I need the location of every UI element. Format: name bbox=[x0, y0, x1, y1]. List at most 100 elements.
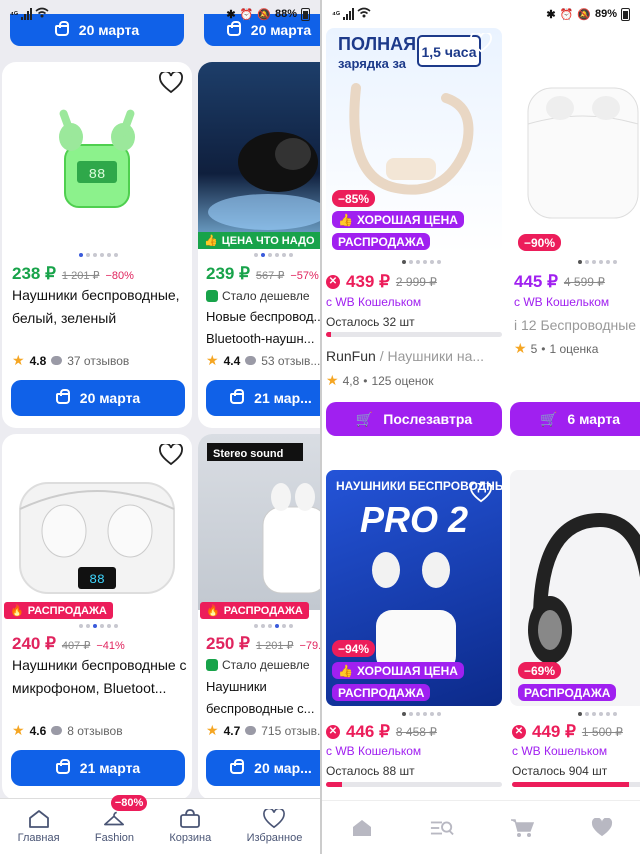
delivery-label: 21 марта bbox=[79, 760, 141, 776]
old-price: 407 ₽ bbox=[61, 640, 91, 652]
basket-icon bbox=[230, 388, 245, 404]
old-price: 8 458 ₽ bbox=[395, 725, 437, 739]
status-bar: ⁴ᴳ ✱ ⏰ 🔕 89% bbox=[322, 0, 640, 28]
favorite-heart-icon[interactable] bbox=[468, 480, 494, 506]
rating-row: ★ 4,8 • 125 оценок bbox=[326, 372, 433, 389]
discount: −80% bbox=[105, 270, 134, 282]
sale-tag: РАСПРОДАЖА bbox=[332, 233, 431, 250]
image-text-2: PRO 2 bbox=[360, 499, 468, 540]
home-icon[interactable] bbox=[350, 817, 374, 839]
product-title[interactable]: Наушники беспроводные с микрофоном, Blue… bbox=[12, 654, 190, 700]
home-icon bbox=[28, 809, 50, 829]
earbud-image bbox=[208, 132, 320, 230]
basket-icon bbox=[230, 758, 245, 774]
rating-value: 4,8 bbox=[342, 373, 360, 388]
delivery-button[interactable]: 21 мар... bbox=[206, 380, 320, 416]
product-image[interactable] bbox=[198, 62, 320, 248]
wallet-icon: ✕ bbox=[326, 275, 340, 289]
airpods-case-image bbox=[527, 87, 639, 219]
signal-bars-icon bbox=[342, 8, 354, 20]
heart-icon[interactable] bbox=[590, 817, 614, 839]
delivery-button[interactable]: 20 марта bbox=[11, 380, 185, 416]
discount-badge: −85% bbox=[332, 190, 376, 207]
reviews-icon bbox=[51, 726, 63, 735]
stock-left: Осталось 32 шт bbox=[326, 315, 415, 329]
price-block: ✕ 439 ₽ 2 999 ₽ bbox=[326, 272, 437, 292]
delivery-button[interactable]: 🛒 Послезавтра bbox=[326, 402, 502, 436]
stock-bar bbox=[512, 782, 640, 787]
product-title[interactable]: Наушники беспроводные, белый, зеленый bbox=[12, 284, 187, 330]
nav-favorites[interactable]: Избранное bbox=[247, 809, 302, 844]
product-image[interactable]: Stereo sound bbox=[198, 434, 320, 610]
sale-badge: 🔥 РАСПРОДАЖА bbox=[4, 602, 113, 619]
rating-row: ★ 4.8 37 отзывов bbox=[12, 352, 129, 369]
star-icon: ★ bbox=[206, 722, 219, 738]
current-price: 449 ₽ bbox=[532, 722, 576, 741]
favorite-heart-icon[interactable] bbox=[158, 70, 184, 96]
separator-dot: • bbox=[541, 341, 546, 356]
image-carousel-dots bbox=[254, 624, 293, 628]
product-card[interactable]: ПОЛНАЯ зарядка за 1,5 часа −85% 👍 ХОРОША… bbox=[322, 0, 512, 440]
product-name[interactable]: RunFun / Наушники на... bbox=[326, 348, 504, 364]
current-price: 239 ₽ bbox=[206, 264, 250, 283]
discount-badge: −90% bbox=[518, 234, 562, 251]
favorite-heart-icon[interactable] bbox=[468, 30, 494, 56]
wallet-note: с WB Кошельком bbox=[326, 744, 422, 758]
old-price: 1 201 ₽ bbox=[61, 270, 100, 282]
reviews-count: 53 отзыв... bbox=[261, 353, 320, 368]
good-price-tag: 👍 ХОРОШАЯ ЦЕНА bbox=[332, 662, 464, 679]
reviews-icon bbox=[245, 726, 257, 735]
nav-fashion[interactable]: −80% Fashion bbox=[94, 795, 148, 844]
battery-percent: 88% bbox=[274, 8, 297, 20]
svg-text:Stereo sound: Stereo sound bbox=[213, 448, 283, 460]
product-card[interactable]: 88 🔥 РАСПРОДАЖА 240 ₽ 407 ₽ −41% Наушник… bbox=[2, 434, 192, 800]
product-card[interactable]: −90% 445 ₽ 4 599 ₽ с WB Кошельком i 12 Б… bbox=[510, 0, 640, 440]
price-block: ✕ 449 ₽ 1 500 ₽ bbox=[512, 722, 623, 742]
network-label: ⁴ᴳ bbox=[332, 9, 340, 19]
discount-badge: −94% bbox=[332, 640, 376, 657]
basket-icon bbox=[55, 388, 70, 404]
good-price-tag: 👍 ХОРОШАЯ ЦЕНА bbox=[332, 211, 464, 228]
old-price: 1 500 ₽ bbox=[581, 725, 623, 739]
nav-cart[interactable]: Корзина bbox=[169, 809, 211, 844]
reviews-count: 125 оценок bbox=[371, 373, 434, 388]
earbuds-image: 88 bbox=[59, 109, 135, 208]
nav-cart-label: Корзина bbox=[169, 832, 212, 844]
catalog-search-icon[interactable] bbox=[430, 817, 454, 839]
product-title[interactable]: Наушники беспроводные с... bbox=[206, 676, 320, 720]
product-title[interactable]: i 12 Беспроводные bbox=[514, 317, 640, 333]
mute-icon: 🔕 bbox=[257, 8, 271, 21]
wifi-icon bbox=[357, 7, 371, 21]
sale-badge: 🔥 РАСПРОДАЖА bbox=[200, 602, 309, 619]
image-text-2: зарядка за bbox=[338, 56, 407, 71]
battery-icon bbox=[301, 7, 310, 21]
cart-icon: 🛒 bbox=[355, 410, 374, 427]
product-card[interactable]: −69% РАСПРОДАЖА ✕ 449 ₽ 1 500 ₽ с WB Кош… bbox=[510, 470, 640, 800]
product-card[interactable]: Stereo sound 🔥 РАСПРОДАЖА 250 ₽ 1 201 ₽ … bbox=[198, 434, 320, 800]
bottom-navigation: Главная −80% Fashion Корзина Избранное bbox=[0, 795, 320, 854]
product-image[interactable] bbox=[510, 28, 640, 254]
product-card[interactable]: 88 238 ₽ 1 201 ₽ −80% Наушники беспровод… bbox=[2, 62, 192, 428]
product-card[interactable]: НАУШНИКИ БЕСПРОВОДНЫЕ PRO 2 −94% 👍 ХОРОШ… bbox=[322, 470, 512, 800]
discount: −79... bbox=[299, 640, 321, 652]
heart-icon bbox=[263, 809, 286, 829]
favorite-heart-icon[interactable] bbox=[158, 442, 184, 468]
delivery-button[interactable]: 20 мар... bbox=[206, 750, 320, 786]
left-app-pane: ⁴ᴳ ✱ ⏰ 🔕 88% 20 марта 20 марта 88 238 ₽ … bbox=[0, 0, 320, 854]
cart-icon[interactable] bbox=[510, 817, 534, 839]
product-title: / Наушники на... bbox=[375, 348, 485, 364]
sale-badge-label: РАСПРОДАЖА bbox=[223, 604, 303, 617]
basket-icon bbox=[55, 758, 70, 774]
price-block: 238 ₽ 1 201 ₽ −80% bbox=[12, 264, 134, 284]
delivery-button[interactable]: 🛒 6 марта bbox=[510, 402, 640, 436]
delivery-button[interactable]: 21 марта bbox=[11, 750, 185, 786]
brand-name: RunFun bbox=[326, 348, 376, 364]
image-carousel-dots bbox=[79, 253, 118, 257]
good-price-label: ХОРОШАЯ ЦЕНА bbox=[356, 212, 458, 227]
product-title[interactable]: Новые беспровод... Bluetooth-наушн... bbox=[206, 306, 320, 350]
reviews-count: 715 отзыв... bbox=[261, 723, 320, 738]
nav-home[interactable]: Главная bbox=[18, 809, 60, 844]
product-card[interactable]: 👍 ЦЕНА ЧТО НАДО 239 ₽ 567 ₽ −57% Стало д… bbox=[198, 62, 320, 428]
image-carousel-dots bbox=[402, 260, 441, 264]
nav-fashion-label: Fashion bbox=[94, 832, 134, 844]
